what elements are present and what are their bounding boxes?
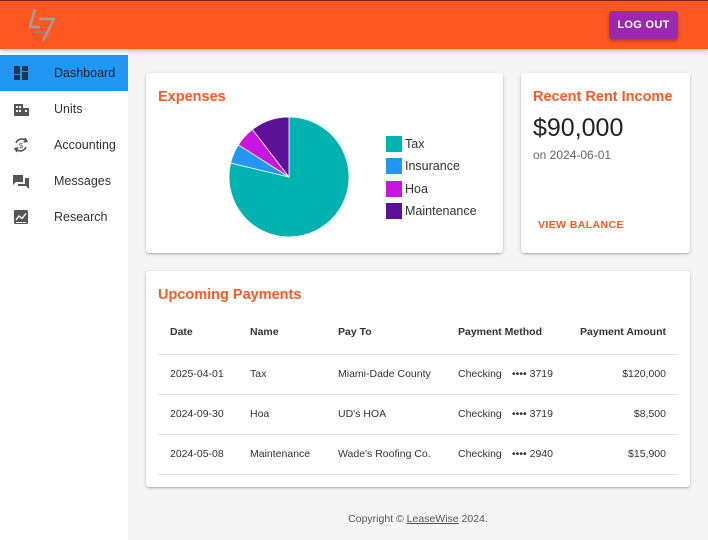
table-divider xyxy=(158,394,678,395)
cell-date: 2024-05-08 xyxy=(170,448,224,460)
cell-account-last4: •••• 2940 xyxy=(512,448,553,460)
cell-amount: $120,000 xyxy=(622,368,666,380)
legend-item-tax[interactable]: Tax xyxy=(386,136,424,152)
table-divider xyxy=(158,354,678,355)
legend-swatch xyxy=(386,136,402,152)
dashboard-icon xyxy=(13,65,29,81)
legend-label: Maintenance xyxy=(405,204,477,218)
footer: Copyright © LeaseWise 2024. xyxy=(128,513,708,525)
cell-amount: $8,500 xyxy=(633,408,666,420)
sidebar-item-label: Research xyxy=(54,210,108,224)
rent-income-amount: $90,000 xyxy=(533,114,624,142)
sidebar-item-label: Dashboard xyxy=(54,66,116,80)
expenses-pie-chart xyxy=(228,116,350,238)
rent-income-date: on 2024-06-01 xyxy=(533,148,612,162)
sidebar-item-messages[interactable]: Messages xyxy=(0,163,128,199)
sidebar: Dashboard Units $ Accounting Messages Re… xyxy=(0,49,128,540)
column-header-payment-amount[interactable]: Payment Amount xyxy=(566,326,666,338)
sidebar-item-dashboard[interactable]: Dashboard xyxy=(0,55,128,91)
sidebar-item-label: Units xyxy=(54,102,83,116)
cell-name: Hoa xyxy=(250,408,270,420)
cell-name: Tax xyxy=(250,368,267,380)
legend-swatch xyxy=(386,203,402,219)
table-divider xyxy=(158,434,678,435)
legend-label: Tax xyxy=(405,137,425,151)
sidebar-item-research[interactable]: Research xyxy=(0,199,128,235)
column-header-payment-method[interactable]: Payment Method xyxy=(458,326,542,338)
cell-method: Checking xyxy=(458,368,502,380)
logout-button[interactable]: LOG OUT xyxy=(609,11,678,39)
app-bar-top-border xyxy=(0,0,708,1)
cell-pay-to: UD's HOA xyxy=(338,408,387,420)
expenses-title: Expenses xyxy=(158,89,226,105)
currency-exchange-icon: $ xyxy=(13,137,29,153)
cell-method: Checking xyxy=(458,448,502,460)
forum-icon xyxy=(13,173,29,189)
cell-pay-to: Wade's Roofing Co. xyxy=(338,448,431,460)
app-bar: LOG OUT xyxy=(0,0,708,49)
table-divider xyxy=(158,474,678,475)
view-balance-button[interactable]: VIEW BALANCE xyxy=(538,219,624,231)
footer-copyright-prefix: Copyright © xyxy=(348,513,407,525)
column-header-name[interactable]: Name xyxy=(250,326,279,338)
cell-date: 2025-04-01 xyxy=(170,368,224,380)
sidebar-item-label: Accounting xyxy=(54,138,116,152)
legend-swatch xyxy=(386,158,402,174)
sidebar-item-label: Messages xyxy=(54,174,111,188)
footer-brand-link[interactable]: LeaseWise xyxy=(407,513,459,525)
legend-item-insurance[interactable]: Insurance xyxy=(386,158,460,174)
cell-date: 2024-09-30 xyxy=(170,408,224,420)
legend-label: Insurance xyxy=(405,159,460,173)
column-header-pay-to[interactable]: Pay To xyxy=(338,326,372,338)
cell-account-last4: •••• 3719 xyxy=(512,408,553,420)
legend-swatch xyxy=(386,181,402,197)
sidebar-item-units[interactable]: Units xyxy=(0,91,128,127)
cell-amount: $15,900 xyxy=(628,448,666,460)
svg-text:$: $ xyxy=(18,141,23,150)
column-header-date[interactable]: Date xyxy=(170,326,193,338)
footer-copyright-suffix: 2024. xyxy=(458,513,488,525)
cell-pay-to: Miami-Dade County xyxy=(338,368,431,380)
cell-account-last4: •••• 3719 xyxy=(512,368,553,380)
legend-label: Hoa xyxy=(405,182,428,196)
legend-item-hoa[interactable]: Hoa xyxy=(386,181,428,197)
upcoming-payments-title: Upcoming Payments xyxy=(158,287,302,303)
cell-method: Checking xyxy=(458,408,502,420)
leasewise-logo-icon[interactable] xyxy=(26,7,58,43)
trending-chart-icon xyxy=(13,209,29,225)
rent-income-title: Recent Rent Income xyxy=(533,89,673,105)
cell-name: Maintenance xyxy=(250,448,311,460)
sidebar-item-accounting[interactable]: $ Accounting xyxy=(0,127,128,163)
building-icon xyxy=(13,101,29,117)
legend-item-maintenance[interactable]: Maintenance xyxy=(386,203,477,219)
